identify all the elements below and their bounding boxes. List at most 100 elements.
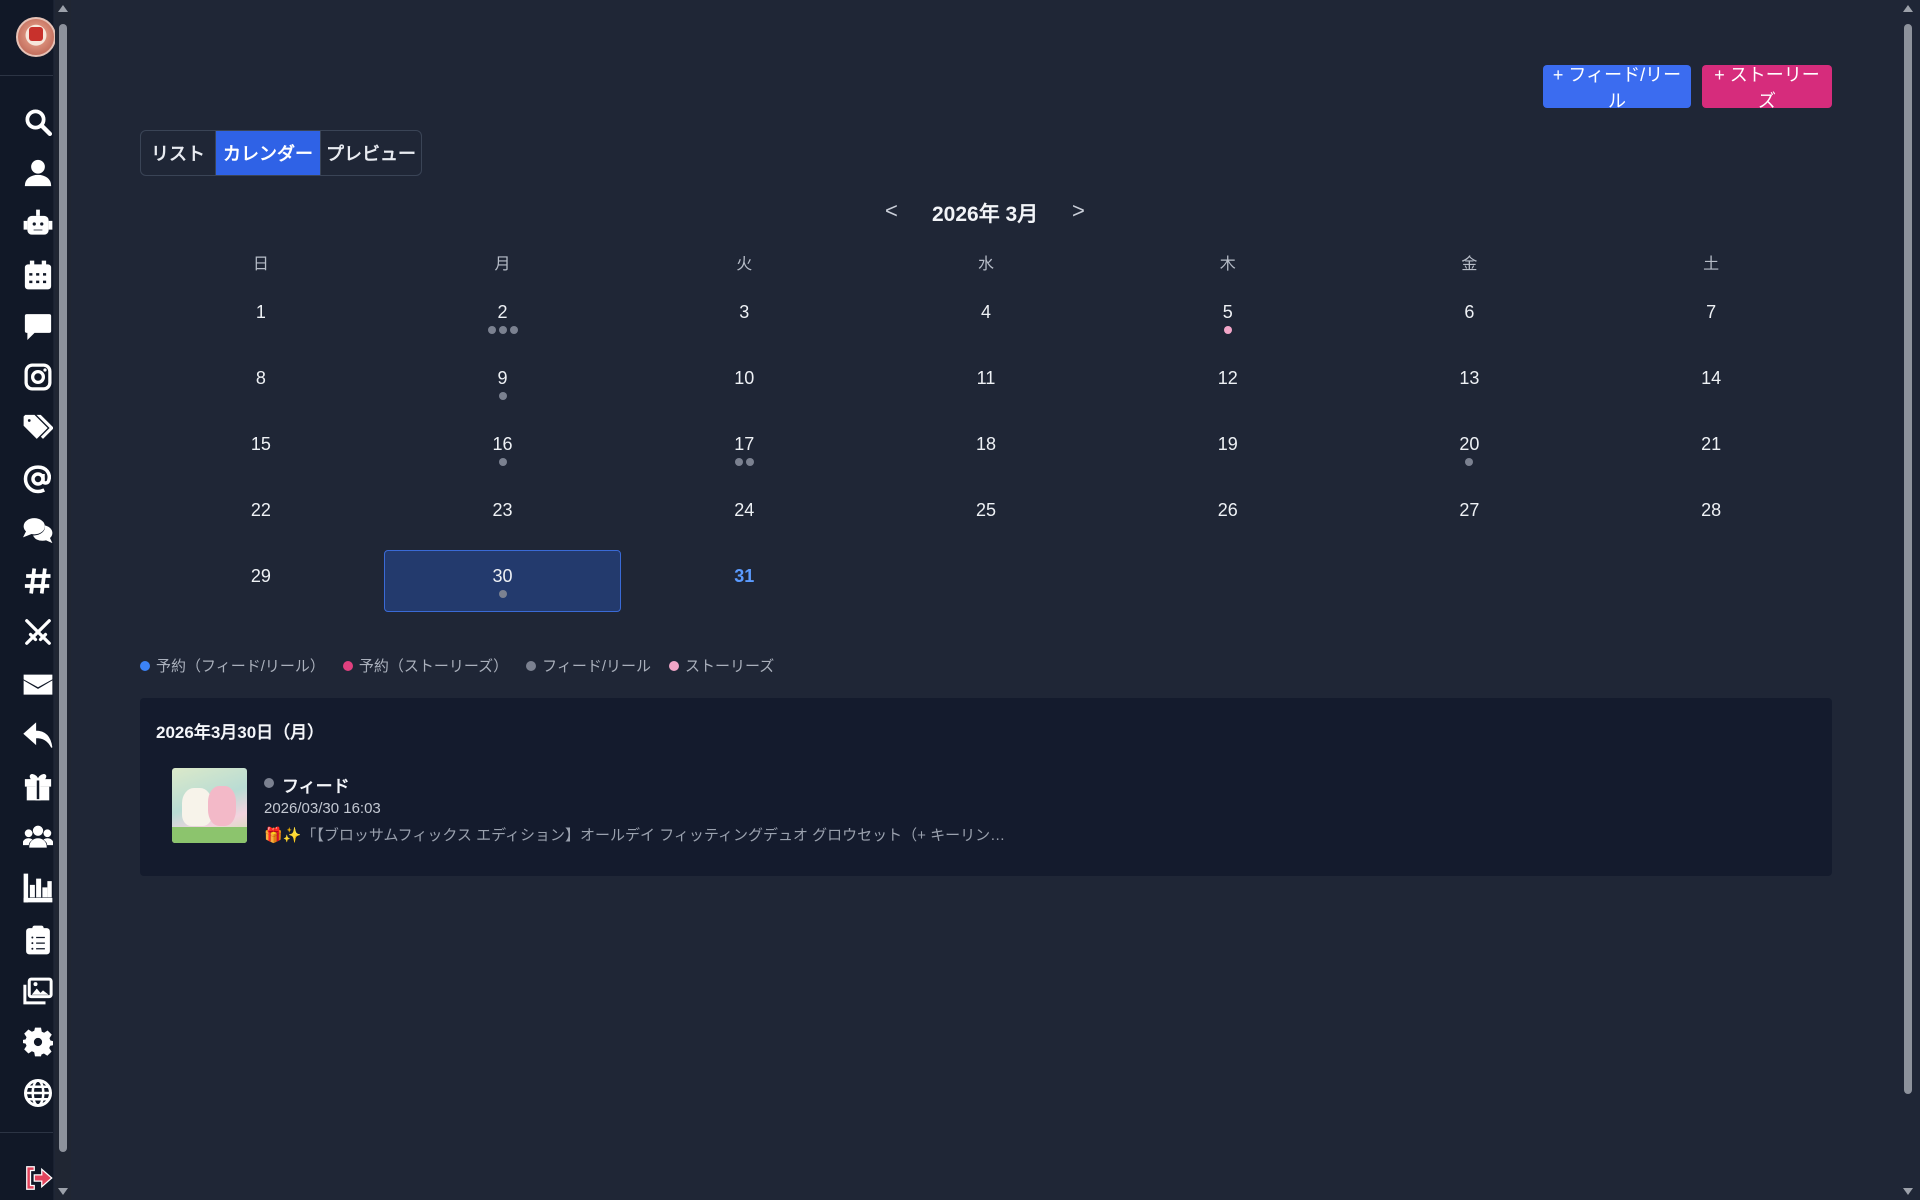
- chart-bar-icon[interactable]: [20, 870, 56, 906]
- day-cell[interactable]: 20: [1349, 416, 1591, 482]
- day-number: 6: [1464, 302, 1475, 322]
- legend-label: ストーリーズ: [685, 658, 775, 675]
- day-cell[interactable]: 14: [1590, 350, 1832, 416]
- globe-icon[interactable]: [20, 1075, 56, 1111]
- images-icon[interactable]: [20, 973, 56, 1009]
- day-number: 16: [492, 434, 513, 454]
- day-cell[interactable]: 21: [1590, 416, 1832, 482]
- day-cell[interactable]: 16: [382, 416, 624, 482]
- view-toggle: リスト カレンダー プレビュー: [140, 130, 422, 176]
- sidebar-scrollbar[interactable]: [55, 0, 71, 1200]
- day-number: 5: [1222, 302, 1233, 322]
- day-cell[interactable]: 28: [1590, 482, 1832, 548]
- scroll-up-arrow-icon[interactable]: [58, 5, 68, 12]
- day-cell[interactable]: 17: [623, 416, 865, 482]
- day-cell[interactable]: 19: [1107, 416, 1349, 482]
- legend-item: 予約（フィード/リール）: [140, 655, 325, 676]
- legend-dot: [669, 660, 680, 671]
- day-cell[interactable]: 1: [140, 284, 382, 350]
- next-month-button[interactable]: >: [1072, 198, 1085, 224]
- legend-label: 予約（ストーリーズ）: [358, 658, 509, 675]
- post-dots: [487, 326, 518, 334]
- day-cell[interactable]: 25: [865, 482, 1107, 548]
- day-cell[interactable]: 6: [1349, 284, 1591, 350]
- tags-icon[interactable]: [20, 410, 56, 446]
- day-cell[interactable]: 22: [140, 482, 382, 548]
- day-cell[interactable]: 5: [1107, 284, 1349, 350]
- day-number: 21: [1701, 434, 1722, 454]
- swords-icon[interactable]: [20, 614, 56, 650]
- sidebar-divider: [0, 1132, 53, 1133]
- tab-preview[interactable]: プレビュー: [321, 131, 421, 175]
- comment-icon[interactable]: [20, 308, 56, 344]
- day-cell[interactable]: 11: [865, 350, 1107, 416]
- day-cell[interactable]: 10: [623, 350, 865, 416]
- page-scrollbar[interactable]: [1900, 0, 1916, 1200]
- day-cell[interactable]: 3: [623, 284, 865, 350]
- user-icon[interactable]: [20, 155, 56, 191]
- tab-list[interactable]: リスト: [141, 131, 216, 175]
- at-icon[interactable]: [20, 461, 56, 497]
- day-cell[interactable]: 23: [382, 482, 624, 548]
- search-icon[interactable]: [20, 104, 56, 140]
- add-stories-button[interactable]: + ストーリーズ: [1702, 65, 1832, 111]
- weekday-label: 木: [1219, 256, 1236, 273]
- day-cell[interactable]: 4: [865, 284, 1107, 350]
- legend-dot: [140, 660, 150, 671]
- calendar-icon[interactable]: [20, 257, 56, 293]
- day-number: 3: [739, 302, 750, 322]
- detail-date: 2026年3月30日（月）: [156, 723, 325, 742]
- day-cell[interactable]: 9: [382, 350, 624, 416]
- day-cell[interactable]: 27: [1349, 482, 1591, 548]
- empty-day-cell: [865, 548, 1107, 614]
- gift-icon[interactable]: [20, 768, 56, 804]
- hashtag-icon[interactable]: [20, 563, 56, 599]
- week-row: 29 30 31: [140, 548, 1832, 614]
- scroll-down-arrow-icon[interactable]: [58, 1188, 68, 1195]
- day-number: 26: [1217, 500, 1238, 520]
- day-cell[interactable]: 18: [865, 416, 1107, 482]
- envelope-icon[interactable]: [20, 666, 56, 702]
- scrollbar-thumb[interactable]: [59, 24, 67, 1152]
- day-cell[interactable]: 29: [140, 548, 382, 614]
- post-item[interactable]: フィード 2026/03/30 16:03 🎁✨「【ブロッサムフィックス エディ…: [172, 768, 1005, 848]
- post-dots: [498, 590, 507, 598]
- scroll-up-arrow-icon[interactable]: [1903, 5, 1913, 12]
- scroll-down-arrow-icon[interactable]: [1903, 1188, 1913, 1195]
- day-number: 19: [1217, 434, 1238, 454]
- day-cell[interactable]: 15: [140, 416, 382, 482]
- weekday-label: 土: [1703, 256, 1720, 273]
- day-number: 10: [734, 368, 755, 388]
- day-cell[interactable]: 13: [1349, 350, 1591, 416]
- day-cell[interactable]: 12: [1107, 350, 1349, 416]
- post-dot: [487, 326, 496, 334]
- logout-icon[interactable]: [20, 1160, 56, 1196]
- comments-icon[interactable]: [20, 512, 56, 548]
- add-feed-reel-button[interactable]: + フィード/リール: [1543, 65, 1691, 111]
- clipboard-icon[interactable]: [20, 922, 56, 958]
- legend-item: 予約（ストーリーズ）: [342, 655, 509, 676]
- prev-month-button[interactable]: <: [885, 198, 898, 224]
- scrollbar-thumb[interactable]: [1904, 24, 1912, 1094]
- avatar[interactable]: [16, 17, 56, 57]
- day-cell[interactable]: 2: [382, 284, 624, 350]
- day-cell[interactable]: 26: [1107, 482, 1349, 548]
- day-cell[interactable]: 7: [1590, 284, 1832, 350]
- reply-icon[interactable]: [20, 717, 56, 753]
- post-dot: [1223, 326, 1232, 334]
- day-cell[interactable]: 24: [623, 482, 865, 548]
- users-icon[interactable]: [20, 819, 56, 855]
- post-status-dot: [264, 778, 274, 788]
- post-dots: [1223, 326, 1232, 334]
- gear-icon[interactable]: [20, 1024, 56, 1060]
- day-cell[interactable]: 30: [383, 550, 622, 612]
- tab-calendar[interactable]: カレンダー: [216, 131, 321, 175]
- post-thumbnail[interactable]: [172, 768, 247, 843]
- day-number: 31: [734, 566, 755, 586]
- day-cell[interactable]: 31: [623, 548, 865, 614]
- day-detail-panel: 2026年3月30日（月） フィード 2026/03/30 16:03 🎁✨「【…: [140, 698, 1832, 876]
- instagram-icon[interactable]: [20, 359, 56, 395]
- sidebar-divider: [0, 75, 53, 76]
- post-time: 2026/03/30 16:03: [264, 800, 381, 817]
- day-cell[interactable]: 8: [140, 350, 382, 416]
